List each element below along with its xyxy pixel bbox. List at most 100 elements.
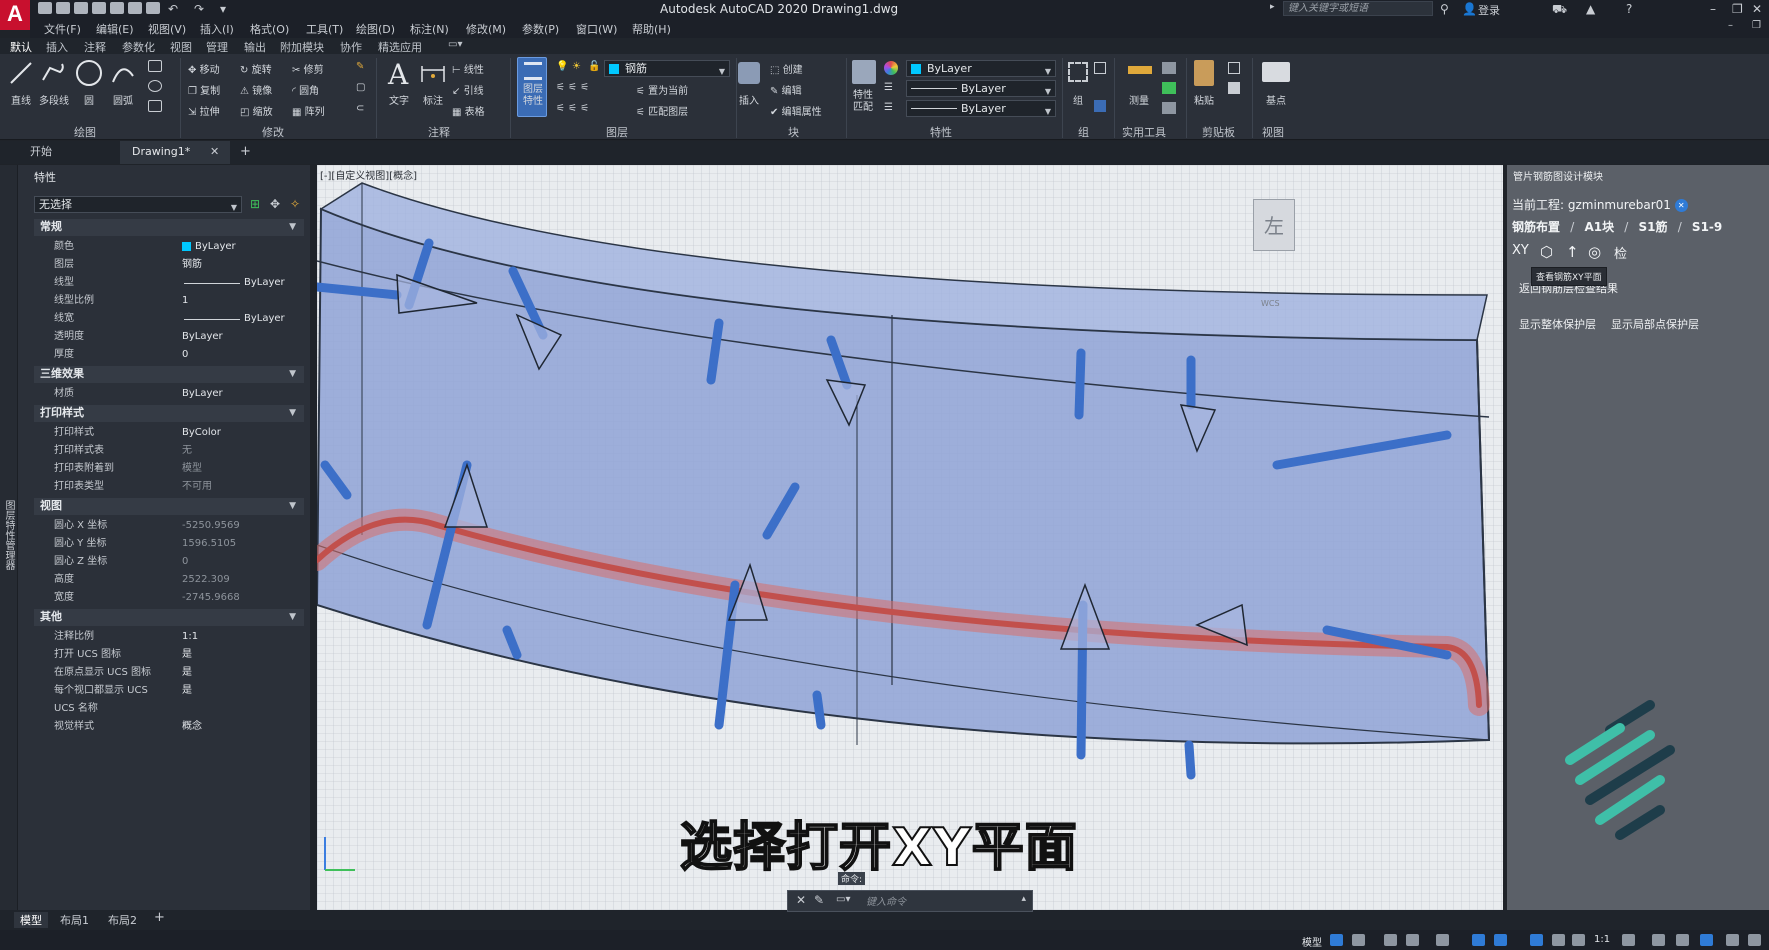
erase-icon[interactable]: ✎ <box>356 61 364 72</box>
save-icon[interactable] <box>74 2 88 14</box>
ribbon-toggle-icon[interactable]: ▭▾ <box>448 39 462 50</box>
web-save-icon[interactable] <box>128 2 142 14</box>
show-whole-cover-button[interactable]: 显示整体保护层 <box>1519 316 1596 332</box>
breadcrumb-item[interactable]: S1筋 <box>1639 220 1668 234</box>
arc-icon[interactable] <box>110 60 136 86</box>
scale-button[interactable]: ◰ 缩放 <box>240 103 273 118</box>
annotation-visibility-icon[interactable] <box>1530 934 1543 946</box>
layers-panel-label[interactable]: 图层 <box>606 124 628 140</box>
collapse-arrow-icon[interactable]: ▼ <box>289 366 296 382</box>
isodraft-icon[interactable] <box>1436 934 1449 946</box>
view-panel-label[interactable]: 视图 <box>1262 124 1284 140</box>
close-tab-icon[interactable]: ✕ <box>210 145 219 158</box>
tab-addins[interactable]: 附加模块 <box>280 39 324 55</box>
groups-panel-label[interactable]: 组 <box>1078 124 1089 140</box>
mirror-button[interactable]: ⚠ 镜像 <box>240 82 272 97</box>
wrench-icon[interactable]: ✎ <box>814 893 824 907</box>
collapse-arrow-icon[interactable]: ▼ <box>289 219 296 235</box>
property-row[interactable]: 打开 UCS 图标 是 <box>34 646 304 664</box>
property-row[interactable]: 每个视口都显示 UCS 是 <box>34 682 304 700</box>
collapse-arrow-icon[interactable]: ▼ <box>289 405 296 421</box>
tab-featured-apps[interactable]: 精选应用 <box>378 39 422 55</box>
auto-scale-icon[interactable] <box>1552 934 1565 946</box>
properties-panel-label[interactable]: 特性 <box>930 124 952 140</box>
help-icon[interactable]: ? <box>1626 2 1632 16</box>
linetype-dropdown[interactable]: ByLayer ▼ <box>906 80 1056 97</box>
undo-icon[interactable]: ↶ <box>168 2 178 16</box>
tab-start[interactable]: 开始 <box>18 141 64 164</box>
tab-layout2[interactable]: 布局2 <box>108 912 137 928</box>
units-icon[interactable] <box>1676 934 1689 946</box>
clipboard-panel-label[interactable]: 剪贴板 <box>1202 124 1235 140</box>
menu-view[interactable]: 视图(V) <box>148 21 186 37</box>
menu-format[interactable]: 格式(O) <box>250 21 289 37</box>
copy-clip-icon[interactable] <box>1228 82 1240 94</box>
close-icon[interactable]: ✕ <box>1752 2 1762 16</box>
check-icon[interactable]: 检 <box>1614 243 1627 262</box>
property-section-header[interactable]: 打印样式 ▼ <box>34 405 304 422</box>
property-row[interactable]: 透明度 ByLayer <box>34 328 304 346</box>
calculator-icon[interactable] <box>1162 102 1176 114</box>
property-row[interactable]: 颜色 ByLayer <box>34 238 304 256</box>
quick-access-dropdown-icon[interactable]: ▾ <box>220 2 226 16</box>
viewcube[interactable]: 左 <box>1253 199 1295 251</box>
command-input[interactable]: 键入命令 <box>866 893 906 908</box>
ungroup-icon[interactable] <box>1094 62 1106 74</box>
property-row[interactable]: 在原点显示 UCS 图标 是 <box>34 664 304 682</box>
tab-default[interactable]: 默认 <box>10 39 32 55</box>
menu-insert[interactable]: 插入(I) <box>200 21 234 37</box>
save-as-icon[interactable] <box>92 2 106 14</box>
search-input[interactable]: 键入关键字或短语 <box>1283 1 1433 16</box>
customize-menu-icon[interactable] <box>1748 934 1761 946</box>
property-section-header[interactable]: 视图 ▼ <box>34 498 304 515</box>
property-row[interactable]: 厚度 0 <box>34 346 304 364</box>
measure-icon[interactable] <box>1128 66 1152 74</box>
rectangle-icon[interactable] <box>148 60 162 72</box>
match-properties-icon[interactable] <box>852 60 876 84</box>
menu-tools[interactable]: 工具(T) <box>306 21 343 37</box>
tab-insert[interactable]: 插入 <box>46 39 68 55</box>
ortho-icon[interactable] <box>1384 934 1397 946</box>
fullscreen-icon[interactable] <box>1726 934 1739 946</box>
property-row[interactable]: 圆心 Z 坐标 0 <box>34 553 304 571</box>
polar-icon[interactable] <box>1406 934 1419 946</box>
circle-icon[interactable] <box>74 58 104 88</box>
arrow-up-icon[interactable]: ↑ <box>1566 243 1579 261</box>
tab-layout1[interactable]: 布局1 <box>60 912 89 928</box>
modify-panel-label[interactable]: 修改 <box>262 124 284 140</box>
annotation-panel-label[interactable]: 注释 <box>428 124 450 140</box>
line-icon[interactable] <box>8 60 34 86</box>
snap-icon[interactable] <box>1352 934 1365 946</box>
menu-edit[interactable]: 编辑(E) <box>96 21 134 37</box>
breadcrumb-item[interactable]: 钢筋布置 <box>1512 220 1560 234</box>
collapse-arrow-icon[interactable]: ▼ <box>289 609 296 625</box>
xy-plane-icon[interactable]: XY <box>1512 243 1529 258</box>
property-row[interactable]: 打印样式 ByColor <box>34 424 304 442</box>
a360-icon[interactable]: ▲ <box>1586 2 1595 16</box>
property-row[interactable]: 注释比例 1:1 <box>34 628 304 646</box>
menu-file[interactable]: 文件(F) <box>44 21 81 37</box>
dimension-icon[interactable] <box>420 62 446 84</box>
offset-icon[interactable]: ⊂ <box>356 103 364 114</box>
edit-attributes-button[interactable]: ✔ 编辑属性 <box>770 103 822 118</box>
property-row[interactable]: 打印表附着到 模型 <box>34 460 304 478</box>
utilities-panel-label[interactable]: 实用工具 <box>1122 124 1166 140</box>
cut-icon[interactable] <box>1228 62 1240 74</box>
quick-select-icon[interactable] <box>1162 62 1176 74</box>
doc-restore-icon[interactable]: ❐ <box>1752 20 1761 31</box>
create-block-button[interactable]: ⬚ 创建 <box>770 61 803 76</box>
user-icon[interactable]: 👤 <box>1462 2 1477 16</box>
tab-parametric[interactable]: 参数化 <box>122 39 155 55</box>
wcs-label[interactable]: WCS <box>1261 299 1280 308</box>
edit-block-button[interactable]: ✎ 编辑 <box>770 82 802 97</box>
close-icon[interactable]: ✕ <box>796 893 806 907</box>
expand-arrow-icon[interactable]: ▸ <box>1270 2 1275 12</box>
tab-output[interactable]: 输出 <box>244 39 266 55</box>
3d-box-icon[interactable]: ⬡ <box>1540 243 1553 261</box>
color-wheel-icon[interactable] <box>884 61 898 75</box>
property-row[interactable]: 高度 2522.309 <box>34 571 304 589</box>
restore-icon[interactable]: ❐ <box>1732 2 1743 16</box>
annotation-scale-dropdown[interactable]: 1:1 <box>1594 934 1610 945</box>
breadcrumb-item[interactable]: S1-9 <box>1692 220 1722 234</box>
layer-tools-icon[interactable]: ⚟ ⚟ ⚟ <box>556 82 589 93</box>
